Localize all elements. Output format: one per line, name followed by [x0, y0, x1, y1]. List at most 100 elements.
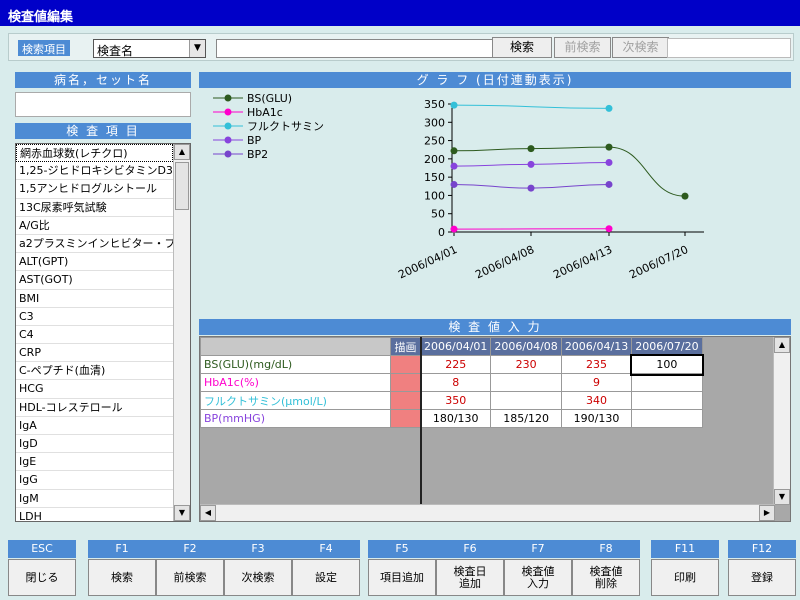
test-item[interactable]: 13C尿素呼気試験 — [16, 199, 173, 217]
value-cell[interactable]: 185/120 — [490, 409, 562, 428]
test-item[interactable]: IgD — [16, 435, 173, 454]
add-item-button[interactable]: 項目追加 — [368, 559, 436, 596]
value-cell[interactable]: 340 — [560, 391, 633, 410]
test-item[interactable]: LDH — [16, 508, 173, 521]
test-item[interactable]: C4 — [16, 326, 173, 345]
data-point — [605, 225, 613, 233]
scroll-left-icon[interactable]: ◀ — [200, 505, 216, 521]
delete-test-value-button[interactable]: 検査値 削除 — [572, 559, 640, 596]
value-cell[interactable]: 180/130 — [419, 409, 492, 428]
search-button[interactable]: 検索 — [492, 37, 552, 58]
fkey-label-f2: F2 — [156, 540, 224, 558]
value-cell[interactable]: 230 — [490, 355, 562, 374]
value-cell[interactable]: 100 — [629, 353, 705, 376]
test-item[interactable]: ALT(GPT) — [16, 253, 173, 272]
draw-toggle-cell[interactable] — [390, 373, 421, 392]
value-input-grid[interactable]: 描画 2006/04/01 2006/04/08 2006/04/13 2006/07/… — [199, 336, 791, 522]
series-line — [453, 104, 610, 109]
value-cell[interactable] — [631, 373, 703, 392]
value-cell[interactable]: 190/130 — [560, 409, 633, 428]
value-cell[interactable] — [490, 373, 562, 392]
value-table: 描画 2006/04/01 2006/04/08 2006/04/13 2006/07/… — [200, 337, 705, 428]
value-cell[interactable]: 235 — [560, 355, 633, 374]
table-row: フルクトサミン(μmol/L) 350 340 — [200, 391, 703, 410]
fkey-label-f3: F3 — [224, 540, 292, 558]
x-tick-label: 2006/04/01 — [396, 243, 459, 282]
scroll-up-icon[interactable]: ▲ — [774, 337, 790, 353]
scroll-right-icon[interactable]: ▶ — [759, 505, 775, 521]
test-item[interactable]: IgM — [16, 490, 173, 508]
value-cell[interactable]: 225 — [419, 355, 492, 374]
value-cell[interactable]: 350 — [419, 391, 492, 410]
test-item[interactable]: a2プラスミンインヒビター・プラスミ — [16, 235, 173, 254]
test-items-header: 検 査 項 目 — [15, 123, 191, 139]
data-point — [450, 225, 458, 233]
date-column-header[interactable]: 2006/04/01 — [419, 337, 492, 356]
draw-toggle-cell[interactable] — [390, 409, 421, 428]
test-items-list[interactable]: 網赤血球数(レチクロ) 1,25-ジヒドロキシビタミンD3 1,5アンヒドログルシト… — [15, 143, 191, 522]
test-item[interactable]: IgG — [16, 471, 173, 490]
y-tick-label: 50 — [431, 208, 445, 221]
y-tick-label: 250 — [424, 135, 445, 148]
test-item[interactable]: 1,25-ジヒドロキシビタミンD3 — [16, 162, 173, 181]
value-cell[interactable]: 9 — [560, 373, 633, 392]
draw-toggle-cell[interactable] — [390, 355, 421, 374]
value-cell[interactable] — [631, 391, 703, 410]
scroll-thumb[interactable] — [175, 162, 189, 210]
fkey-label-f11: F11 — [651, 540, 719, 558]
test-item[interactable]: AST(GOT) — [16, 271, 173, 290]
close-button[interactable]: 閉じる — [8, 559, 76, 596]
grid-horizontal-scrollbar[interactable]: ◀ ▶ — [200, 504, 775, 521]
test-item[interactable]: A/G比 — [16, 217, 173, 235]
test-name-cell: HbA1c(%) — [200, 373, 391, 392]
value-cell[interactable] — [631, 409, 703, 428]
search-button[interactable]: 検索 — [88, 559, 156, 596]
prev-search-button[interactable]: 前検索 — [156, 559, 224, 596]
y-tick-label: 0 — [438, 226, 445, 239]
next-search-button[interactable]: 次検索 — [612, 37, 669, 58]
scroll-up-icon[interactable]: ▲ — [174, 144, 190, 160]
test-item[interactable]: CRP — [16, 344, 173, 363]
table-row: HbA1c(%) 8 9 — [200, 373, 703, 392]
settings-button[interactable]: 設定 — [292, 559, 360, 596]
test-item[interactable]: HCG — [16, 380, 173, 399]
disease-set-header: 病名，セット名 — [15, 72, 191, 88]
print-button[interactable]: 印刷 — [651, 559, 719, 596]
x-tick-label: 2006/07/20 — [627, 243, 690, 282]
value-cell[interactable] — [490, 391, 562, 410]
next-search-button[interactable]: 次検索 — [224, 559, 292, 596]
test-item[interactable]: IgE — [16, 453, 173, 472]
search-input[interactable] — [216, 39, 495, 58]
test-item[interactable]: IgA — [16, 417, 173, 435]
prev-search-button[interactable]: 前検索 — [554, 37, 611, 58]
chevron-down-icon[interactable]: ▼ — [189, 40, 205, 57]
disease-set-field[interactable] — [15, 92, 191, 117]
y-tick-label: 350 — [424, 98, 445, 111]
search-field-select[interactable]: 検査名 ▼ — [93, 39, 206, 58]
test-name-cell: フルクトサミン(μmol/L) — [200, 391, 391, 410]
value-cell[interactable]: 8 — [419, 373, 492, 392]
scroll-down-icon[interactable]: ▼ — [774, 489, 790, 505]
scroll-down-icon[interactable]: ▼ — [174, 505, 190, 521]
search-bar: 検索項目 検査名 ▼ 検索 前検索 次検索 — [8, 33, 794, 61]
draw-toggle-cell[interactable] — [390, 391, 421, 410]
test-item[interactable]: HDL-コレステロール — [16, 399, 173, 417]
corner-cell — [200, 337, 391, 356]
test-item[interactable]: BMI — [16, 290, 173, 308]
data-point — [450, 101, 458, 109]
test-item[interactable]: 1,5アンヒドログルシトール — [16, 180, 173, 199]
test-item[interactable]: C-ペプチド(血清) — [16, 362, 173, 381]
date-column-header[interactable]: 2006/04/08 — [490, 337, 562, 356]
test-items-scrollbar[interactable]: ▲ ▼ — [173, 144, 190, 521]
grid-vertical-scrollbar[interactable]: ▲ ▼ — [773, 337, 790, 505]
enter-test-value-button[interactable]: 検査値 入力 — [504, 559, 572, 596]
test-item[interactable]: C3 — [16, 308, 173, 326]
y-tick-label: 200 — [424, 153, 445, 166]
add-test-date-button[interactable]: 検査日 追加 — [436, 559, 504, 596]
register-button[interactable]: 登録 — [728, 559, 796, 596]
table-row: BP(mmHG) 180/130 185/120 190/130 — [200, 409, 703, 428]
date-column-header[interactable]: 2006/04/13 — [560, 337, 633, 356]
window-title: 検査値編集 — [0, 0, 800, 26]
date-column-header[interactable]: 2006/07/20 — [631, 337, 703, 356]
test-item[interactable]: 網赤血球数(レチクロ) — [16, 144, 173, 163]
